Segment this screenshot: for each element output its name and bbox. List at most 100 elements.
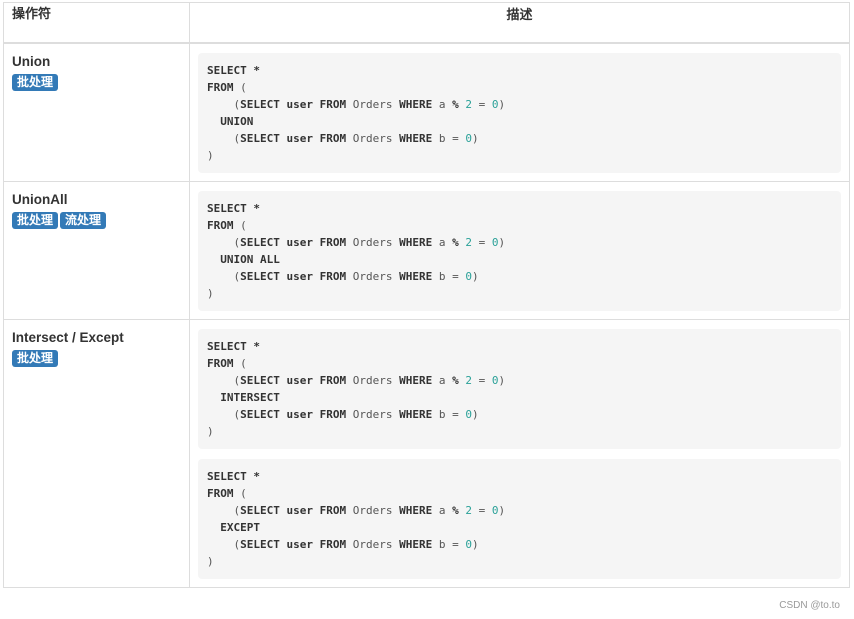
sql-text: Orders — [346, 374, 400, 387]
sql-text: ) — [207, 287, 214, 300]
sql-text: Orders — [346, 236, 400, 249]
sql-text: ) — [498, 504, 506, 517]
sql-keyword: SELECT user FROM — [240, 408, 347, 421]
sql-keyword: WHERE — [399, 538, 433, 551]
header-operator: 操作符 — [3, 2, 190, 44]
sql-keyword: SELECT user FROM — [240, 132, 347, 145]
operator-cell: Union 批处理 — [3, 42, 190, 182]
sql-keyword: SELECT * — [207, 470, 260, 483]
watermark: CSDN @to.to — [779, 600, 840, 611]
sql-text: Orders — [346, 538, 400, 551]
sql-text: ( — [233, 219, 247, 232]
sql-text: ) — [207, 149, 214, 162]
mode-badge: 批处理 — [12, 212, 59, 229]
description-cell: SELECT * FROM ( (SELECT user FROM Orders… — [189, 319, 850, 588]
sql-code-block: SELECT * FROM ( (SELECT user FROM Orders… — [198, 329, 841, 449]
sql-keyword: SELECT * — [207, 64, 260, 77]
sql-text: b = — [432, 538, 466, 551]
sql-text: Orders — [346, 132, 400, 145]
table-row: Intersect / Except 批处理 SELECT * FROM ( (SE… — [3, 319, 850, 588]
sql-text: b = — [432, 408, 466, 421]
sql-number: 0 — [465, 132, 472, 145]
sql-text: a — [432, 98, 453, 111]
sql-text: ( — [233, 81, 247, 94]
sql-text: = — [471, 236, 492, 249]
badge-group: 批处理 — [12, 349, 181, 367]
badge-group: 批处理 流处理 — [12, 211, 181, 229]
sql-keyword: EXCEPT — [220, 521, 260, 534]
sql-number: 2 — [465, 98, 472, 111]
sql-text: Orders — [346, 98, 400, 111]
sql-keyword: FROM — [207, 219, 234, 232]
sql-text: a — [432, 374, 453, 387]
sql-keyword: UNION — [220, 115, 254, 128]
sql-number: 2 — [465, 374, 472, 387]
sql-text: = — [471, 98, 492, 111]
sql-keyword: FROM — [207, 81, 234, 94]
sql-code-block: SELECT * FROM ( (SELECT user FROM Orders… — [198, 459, 841, 579]
sql-keyword: WHERE — [399, 504, 433, 517]
sql-keyword: % — [452, 504, 459, 517]
sql-text: ( — [207, 132, 241, 145]
sql-text: ) — [207, 425, 214, 438]
sql-keyword: INTERSECT — [220, 391, 280, 404]
sql-code-block: SELECT * FROM ( (SELECT user FROM Orders… — [198, 53, 841, 173]
operators-table: 操作符 描述 Union 批处理 SELECT * FROM ( (SELECT u… — [3, 2, 850, 588]
sql-text: ( — [207, 98, 241, 111]
sql-keyword: % — [452, 236, 459, 249]
sql-text: b = — [432, 270, 466, 283]
sql-text: ( — [207, 538, 241, 551]
sql-text: a — [432, 504, 453, 517]
sql-text: = — [471, 504, 492, 517]
table-row: Union 批处理 SELECT * FROM ( (SELECT user FRO… — [3, 42, 850, 182]
sql-text: ) — [498, 374, 506, 387]
sql-text: ) — [471, 270, 479, 283]
sql-text: ) — [471, 408, 479, 421]
sql-text: Orders — [346, 270, 400, 283]
sql-keyword: WHERE — [399, 374, 433, 387]
sql-text: ) — [498, 98, 506, 111]
sql-keyword: WHERE — [399, 98, 433, 111]
description-cell: SELECT * FROM ( (SELECT user FROM Orders… — [189, 42, 850, 182]
sql-number: 2 — [465, 236, 472, 249]
sql-text: ( — [207, 504, 241, 517]
sql-text: ) — [471, 538, 479, 551]
sql-keyword: SELECT user FROM — [240, 98, 347, 111]
sql-text: ( — [233, 357, 247, 370]
header-description: 描述 — [189, 2, 850, 44]
sql-text: ) — [498, 236, 506, 249]
sql-text: b = — [432, 132, 466, 145]
mode-badge: 流处理 — [60, 212, 107, 229]
operator-cell: Intersect / Except 批处理 — [3, 319, 190, 588]
sql-keyword: WHERE — [399, 132, 433, 145]
operator-name: Union — [12, 54, 51, 69]
sql-keyword: SELECT user FROM — [240, 374, 347, 387]
table-body: Union 批处理 SELECT * FROM ( (SELECT user FRO… — [3, 42, 850, 588]
sql-keyword: SELECT user FROM — [240, 270, 347, 283]
sql-keyword: SELECT user FROM — [240, 236, 347, 249]
operator-name: Intersect / Except — [12, 330, 124, 345]
sql-keyword: WHERE — [399, 270, 433, 283]
operator-name: UnionAll — [12, 192, 68, 207]
sql-text: ( — [207, 408, 241, 421]
sql-keyword: SELECT user FROM — [240, 504, 347, 517]
description-cell: SELECT * FROM ( (SELECT user FROM Orders… — [189, 181, 850, 320]
sql-text: ) — [207, 555, 214, 568]
sql-number: 0 — [465, 270, 472, 283]
sql-text: Orders — [346, 408, 400, 421]
table-row: UnionAll 批处理 流处理 SELECT * FROM ( (SELECT us… — [3, 181, 850, 320]
mode-badge: 批处理 — [12, 350, 59, 367]
sql-text: ) — [471, 132, 479, 145]
sql-text: ( — [207, 374, 241, 387]
sql-text: Orders — [346, 504, 400, 517]
mode-badge: 批处理 — [12, 74, 59, 91]
badge-group: 批处理 — [12, 73, 181, 91]
sql-keyword: SELECT user FROM — [240, 538, 347, 551]
sql-keyword: UNION ALL — [220, 253, 280, 266]
sql-text: ( — [233, 487, 247, 500]
sql-keyword: WHERE — [399, 236, 433, 249]
